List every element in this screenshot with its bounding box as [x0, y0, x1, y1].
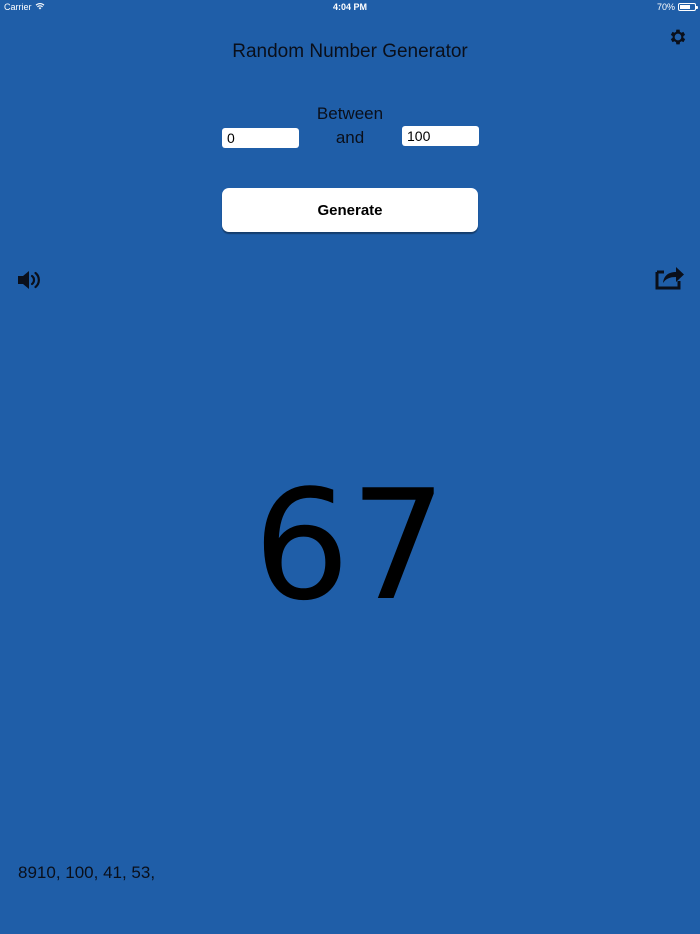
generate-button[interactable]: Generate [222, 188, 478, 232]
min-value-input[interactable] [222, 128, 299, 148]
status-time: 4:04 PM [332, 2, 367, 12]
battery-indicator: 70% [656, 2, 698, 12]
battery-icon [678, 3, 698, 11]
sound-toggle-button[interactable] [16, 268, 42, 292]
share-icon [655, 267, 684, 290]
history-list: 8910, 100, 41, 53, [18, 863, 156, 882]
share-button[interactable] [655, 264, 685, 290]
between-label: Between [316, 104, 384, 123]
and-label: and [335, 128, 365, 147]
max-value-input[interactable] [402, 126, 479, 146]
generated-number: 67 [253, 457, 447, 634]
app-title: Random Number Generator [232, 41, 468, 62]
battery-fill [680, 5, 690, 9]
battery-percent: 70% [656, 2, 675, 12]
status-bar: Carrier 4:04 PM 70% [0, 0, 700, 14]
speaker-icon [18, 271, 40, 289]
